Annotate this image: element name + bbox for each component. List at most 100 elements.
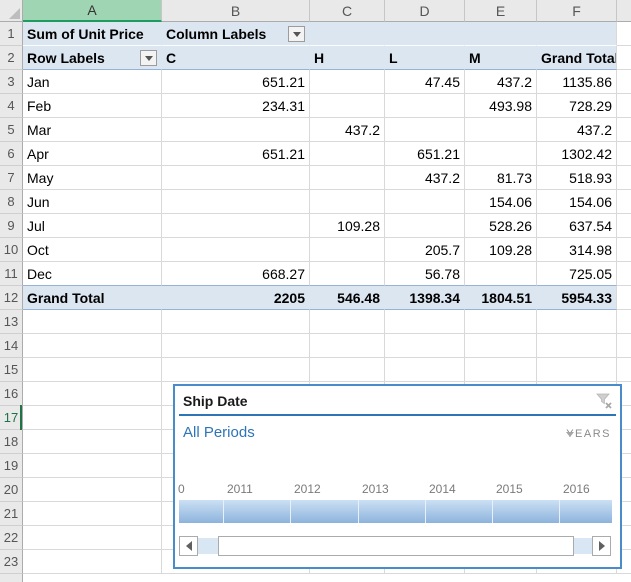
cell-D4[interactable]: [385, 94, 465, 118]
cell-B11[interactable]: 668.27: [162, 262, 310, 286]
cell-F3[interactable]: 1135.86: [537, 70, 617, 94]
cell-C9[interactable]: 109.28: [310, 214, 385, 238]
cell-D1[interactable]: [385, 22, 465, 46]
cell-A22[interactable]: [23, 526, 162, 550]
row-labels-filter-button[interactable]: [140, 50, 157, 66]
cell-E1[interactable]: [465, 22, 537, 46]
cell-E7[interactable]: 81.73: [465, 166, 537, 190]
cell-F5[interactable]: 437.2: [537, 118, 617, 142]
cell-A13[interactable]: [23, 310, 162, 334]
cell-C15[interactable]: [310, 358, 385, 382]
cell-C2[interactable]: H: [310, 46, 385, 70]
row-header-19[interactable]: 19: [0, 454, 23, 478]
row-header-18[interactable]: 18: [0, 430, 23, 454]
cell-E4[interactable]: 493.98: [465, 94, 537, 118]
cell-F15[interactable]: [537, 358, 617, 382]
cell-F1[interactable]: [537, 22, 617, 46]
cell-A7[interactable]: May: [23, 166, 162, 190]
cell-G2[interactable]: [617, 46, 631, 70]
cell-A6[interactable]: Apr: [23, 142, 162, 166]
cell-A9[interactable]: Jul: [23, 214, 162, 238]
cell-D5[interactable]: [385, 118, 465, 142]
cell-G9[interactable]: [617, 214, 631, 238]
cell-B13[interactable]: [162, 310, 310, 334]
row-header-1[interactable]: 1: [0, 22, 23, 46]
cell-D3[interactable]: 47.45: [385, 70, 465, 94]
cell-F4[interactable]: 728.29: [537, 94, 617, 118]
cell-A11[interactable]: Dec: [23, 262, 162, 286]
cell-E5[interactable]: [465, 118, 537, 142]
cell-G11[interactable]: [617, 262, 631, 286]
column-header-C[interactable]: C: [310, 0, 385, 22]
cell-G3[interactable]: [617, 70, 631, 94]
cell-D2[interactable]: L: [385, 46, 465, 70]
row-header-21[interactable]: 21: [0, 502, 23, 526]
row-header-3[interactable]: 3: [0, 70, 23, 94]
cell-G13[interactable]: [617, 310, 631, 334]
row-header-2[interactable]: 2: [0, 46, 23, 70]
cell-E3[interactable]: 437.2: [465, 70, 537, 94]
cell-A16[interactable]: [23, 382, 162, 406]
cell-C4[interactable]: [310, 94, 385, 118]
cell-B5[interactable]: [162, 118, 310, 142]
cell-A21[interactable]: [23, 502, 162, 526]
cell-D11[interactable]: 56.78: [385, 262, 465, 286]
cell-B15[interactable]: [162, 358, 310, 382]
timeline-slicer-ship-date[interactable]: Ship Date All Periods YEARS 020112012201…: [173, 384, 622, 569]
row-header-13[interactable]: 13: [0, 310, 23, 334]
cell-A10[interactable]: Oct: [23, 238, 162, 262]
cell-G8[interactable]: [617, 190, 631, 214]
cell-F6[interactable]: 1302.42: [537, 142, 617, 166]
cell-D10[interactable]: 205.7: [385, 238, 465, 262]
cell-A20[interactable]: [23, 478, 162, 502]
cell-D9[interactable]: [385, 214, 465, 238]
cell-F12[interactable]: 5954.33: [537, 286, 617, 310]
cell-B12[interactable]: 2205: [162, 286, 310, 310]
cell-G15[interactable]: [617, 358, 631, 382]
cell-D12[interactable]: 1398.34: [385, 286, 465, 310]
cell-G14[interactable]: [617, 334, 631, 358]
cell-A17[interactable]: [23, 406, 162, 430]
cell-B14[interactable]: [162, 334, 310, 358]
cell-E8[interactable]: 154.06: [465, 190, 537, 214]
row-header-15[interactable]: 15: [0, 358, 23, 382]
cell-B10[interactable]: [162, 238, 310, 262]
cell-D8[interactable]: [385, 190, 465, 214]
cell-B1[interactable]: Column Labels: [162, 22, 310, 46]
cell-D15[interactable]: [385, 358, 465, 382]
cell-A4[interactable]: Feb: [23, 94, 162, 118]
column-labels-filter-button[interactable]: [288, 26, 305, 42]
cell-F9[interactable]: 637.54: [537, 214, 617, 238]
cell-A5[interactable]: Mar: [23, 118, 162, 142]
row-header-6[interactable]: 6: [0, 142, 23, 166]
cell-G1[interactable]: [617, 22, 631, 46]
cell-B4[interactable]: 234.31: [162, 94, 310, 118]
row-header-17[interactable]: 17: [0, 406, 23, 430]
cell-E15[interactable]: [465, 358, 537, 382]
cell-B3[interactable]: 651.21: [162, 70, 310, 94]
cell-F13[interactable]: [537, 310, 617, 334]
cell-C7[interactable]: [310, 166, 385, 190]
row-header-5[interactable]: 5: [0, 118, 23, 142]
timeline-scroll-track-left[interactable]: [198, 538, 218, 554]
cell-A14[interactable]: [23, 334, 162, 358]
cell-E11[interactable]: [465, 262, 537, 286]
cell-E9[interactable]: 528.26: [465, 214, 537, 238]
row-header-11[interactable]: 11: [0, 262, 23, 286]
cell-C8[interactable]: [310, 190, 385, 214]
cell-F14[interactable]: [537, 334, 617, 358]
timeline-scroll-track-right[interactable]: [574, 538, 592, 554]
cell-C13[interactable]: [310, 310, 385, 334]
cell-G5[interactable]: [617, 118, 631, 142]
row-header-8[interactable]: 8: [0, 190, 23, 214]
cell-D14[interactable]: [385, 334, 465, 358]
row-header-22[interactable]: 22: [0, 526, 23, 550]
timeline-selection-bar[interactable]: [179, 500, 612, 523]
timeline-scroll-right-button[interactable]: [592, 536, 611, 556]
column-header-E[interactable]: E: [465, 0, 537, 22]
cell-C1[interactable]: [310, 22, 385, 46]
timeline-scroll-left-button[interactable]: [179, 536, 198, 556]
select-all-button[interactable]: [0, 0, 23, 22]
cell-G7[interactable]: [617, 166, 631, 190]
cell-C6[interactable]: [310, 142, 385, 166]
